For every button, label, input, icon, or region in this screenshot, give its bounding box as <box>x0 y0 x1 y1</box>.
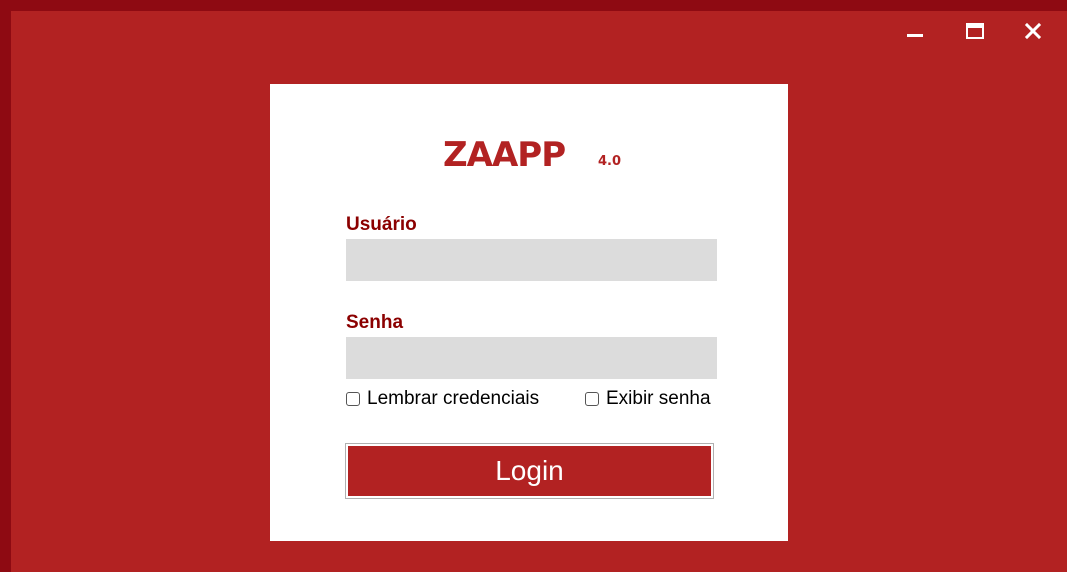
password-input[interactable] <box>346 337 717 379</box>
remember-credentials-label: Lembrar credenciais <box>367 388 540 409</box>
remember-credentials-checkbox[interactable]: Lembrar credenciais <box>346 388 539 410</box>
minimize-button[interactable] <box>897 14 933 48</box>
app-logo: ZAAPP 4.0 <box>443 132 643 178</box>
login-card: ZAAPP 4.0 Usuário Senha Lembrar credenci… <box>270 84 788 541</box>
maximize-icon <box>966 22 984 40</box>
login-button[interactable]: Login <box>345 443 714 499</box>
show-password-checkbox[interactable]: Exibir senha <box>585 388 711 410</box>
show-password-box[interactable] <box>585 392 599 406</box>
maximize-button[interactable] <box>957 14 993 48</box>
close-button[interactable] <box>1015 14 1051 48</box>
show-password-label: Exibir senha <box>606 388 711 409</box>
username-label: Usuário <box>346 214 417 235</box>
logo-name: ZAAPP <box>443 135 566 175</box>
remember-credentials-box[interactable] <box>346 392 360 406</box>
minimize-icon <box>906 22 924 40</box>
username-input[interactable] <box>346 239 717 281</box>
close-icon <box>1024 22 1042 40</box>
logo-version: 4.0 <box>598 154 622 169</box>
password-label: Senha <box>346 312 404 333</box>
